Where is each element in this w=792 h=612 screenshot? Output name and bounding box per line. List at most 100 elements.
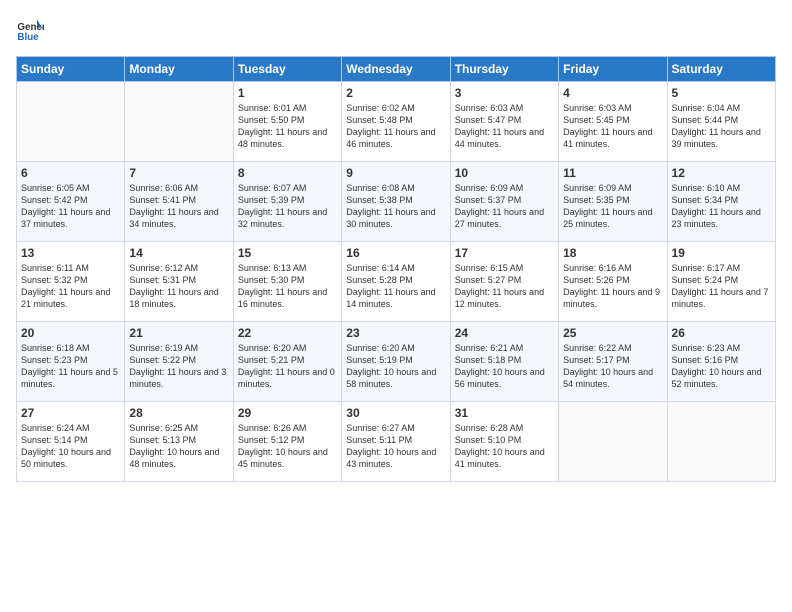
calendar-cell: 28 Sunrise: 6:25 AM Sunset: 5:13 PM Dayli… — [125, 402, 233, 482]
weekday-header: Sunday — [17, 57, 125, 82]
calendar-week-row: 27 Sunrise: 6:24 AM Sunset: 5:14 PM Dayli… — [17, 402, 776, 482]
weekday-header: Friday — [559, 57, 667, 82]
day-info: Sunrise: 6:15 AM Sunset: 5:27 PM Dayligh… — [455, 262, 554, 311]
day-number: 17 — [455, 246, 554, 260]
day-number: 25 — [563, 326, 662, 340]
day-number: 2 — [346, 86, 445, 100]
weekday-header: Tuesday — [233, 57, 341, 82]
calendar-cell — [17, 82, 125, 162]
day-number: 8 — [238, 166, 337, 180]
calendar-cell: 24 Sunrise: 6:21 AM Sunset: 5:18 PM Dayli… — [450, 322, 558, 402]
calendar-cell: 4 Sunrise: 6:03 AM Sunset: 5:45 PM Daylig… — [559, 82, 667, 162]
calendar-cell: 22 Sunrise: 6:20 AM Sunset: 5:21 PM Dayli… — [233, 322, 341, 402]
calendar-cell: 23 Sunrise: 6:20 AM Sunset: 5:19 PM Dayli… — [342, 322, 450, 402]
calendar-cell: 27 Sunrise: 6:24 AM Sunset: 5:14 PM Dayli… — [17, 402, 125, 482]
day-number: 13 — [21, 246, 120, 260]
calendar-cell: 31 Sunrise: 6:28 AM Sunset: 5:10 PM Dayli… — [450, 402, 558, 482]
day-info: Sunrise: 6:18 AM Sunset: 5:23 PM Dayligh… — [21, 342, 120, 391]
day-number: 18 — [563, 246, 662, 260]
day-info: Sunrise: 6:03 AM Sunset: 5:45 PM Dayligh… — [563, 102, 662, 151]
day-info: Sunrise: 6:20 AM Sunset: 5:21 PM Dayligh… — [238, 342, 337, 391]
day-info: Sunrise: 6:09 AM Sunset: 5:37 PM Dayligh… — [455, 182, 554, 231]
day-number: 23 — [346, 326, 445, 340]
calendar-cell: 21 Sunrise: 6:19 AM Sunset: 5:22 PM Dayli… — [125, 322, 233, 402]
day-info: Sunrise: 6:19 AM Sunset: 5:22 PM Dayligh… — [129, 342, 228, 391]
day-info: Sunrise: 6:08 AM Sunset: 5:38 PM Dayligh… — [346, 182, 445, 231]
calendar-cell: 7Sunrise: 6:06 AM Sunset: 5:41 PM Daylig… — [125, 162, 233, 242]
calendar-cell: 30Sunrise: 6:27 AM Sunset: 5:11 PM Dayli… — [342, 402, 450, 482]
day-info: Sunrise: 6:10 AM Sunset: 5:34 PM Dayligh… — [672, 182, 771, 231]
day-number: 29 — [238, 406, 337, 420]
calendar-cell: 19 Sunrise: 6:17 AM Sunset: 5:24 PM Dayli… — [667, 242, 775, 322]
weekday-header: Monday — [125, 57, 233, 82]
day-number: 12 — [672, 166, 771, 180]
calendar-cell — [559, 402, 667, 482]
day-number: 14 — [129, 246, 228, 260]
day-number: 15 — [238, 246, 337, 260]
calendar-cell: 20 Sunrise: 6:18 AM Sunset: 5:23 PM Dayli… — [17, 322, 125, 402]
calendar-cell: 3Sunrise: 6:03 AM Sunset: 5:47 PM Daylig… — [450, 82, 558, 162]
svg-text:Blue: Blue — [17, 32, 39, 43]
calendar-cell: 11Sunrise: 6:09 AM Sunset: 5:35 PM Dayli… — [559, 162, 667, 242]
day-info: Sunrise: 6:24 AM Sunset: 5:14 PM Dayligh… — [21, 422, 120, 471]
calendar-cell: 10 Sunrise: 6:09 AM Sunset: 5:37 PM Dayli… — [450, 162, 558, 242]
calendar-cell: 14 Sunrise: 6:12 AM Sunset: 5:31 PM Dayli… — [125, 242, 233, 322]
calendar-cell: 8Sunrise: 6:07 AM Sunset: 5:39 PM Daylig… — [233, 162, 341, 242]
calendar-cell: 6Sunrise: 6:05 AM Sunset: 5:42 PM Daylig… — [17, 162, 125, 242]
calendar-cell: 13 Sunrise: 6:11 AM Sunset: 5:32 PM Dayli… — [17, 242, 125, 322]
calendar-cell: 12 Sunrise: 6:10 AM Sunset: 5:34 PM Dayli… — [667, 162, 775, 242]
calendar-cell: 29 Sunrise: 6:26 AM Sunset: 5:12 PM Dayli… — [233, 402, 341, 482]
calendar-cell: 2 Sunrise: 6:02 AM Sunset: 5:48 PM Daylig… — [342, 82, 450, 162]
day-info: Sunrise: 6:11 AM Sunset: 5:32 PM Dayligh… — [21, 262, 120, 311]
calendar-week-row: 6Sunrise: 6:05 AM Sunset: 5:42 PM Daylig… — [17, 162, 776, 242]
calendar-cell — [667, 402, 775, 482]
day-number: 7 — [129, 166, 228, 180]
day-number: 27 — [21, 406, 120, 420]
calendar-table: SundayMondayTuesdayWednesdayThursdayFrid… — [16, 56, 776, 482]
day-number: 19 — [672, 246, 771, 260]
calendar-week-row: 20 Sunrise: 6:18 AM Sunset: 5:23 PM Dayli… — [17, 322, 776, 402]
day-info: Sunrise: 6:27 AM Sunset: 5:11 PM Dayligh… — [346, 422, 445, 471]
day-info: Sunrise: 6:26 AM Sunset: 5:12 PM Dayligh… — [238, 422, 337, 471]
day-info: Sunrise: 6:12 AM Sunset: 5:31 PM Dayligh… — [129, 262, 228, 311]
day-number: 9 — [346, 166, 445, 180]
weekday-header: Thursday — [450, 57, 558, 82]
day-number: 16 — [346, 246, 445, 260]
day-info: Sunrise: 6:09 AM Sunset: 5:35 PM Dayligh… — [563, 182, 662, 231]
day-info: Sunrise: 6:01 AM Sunset: 5:50 PM Dayligh… — [238, 102, 337, 151]
day-number: 22 — [238, 326, 337, 340]
day-number: 6 — [21, 166, 120, 180]
day-number: 31 — [455, 406, 554, 420]
day-info: Sunrise: 6:22 AM Sunset: 5:17 PM Dayligh… — [563, 342, 662, 391]
day-info: Sunrise: 6:04 AM Sunset: 5:44 PM Dayligh… — [672, 102, 771, 151]
day-number: 24 — [455, 326, 554, 340]
day-number: 28 — [129, 406, 228, 420]
calendar-cell: 17 Sunrise: 6:15 AM Sunset: 5:27 PM Dayli… — [450, 242, 558, 322]
day-info: Sunrise: 6:21 AM Sunset: 5:18 PM Dayligh… — [455, 342, 554, 391]
day-info: Sunrise: 6:25 AM Sunset: 5:13 PM Dayligh… — [129, 422, 228, 471]
calendar-cell: 5Sunrise: 6:04 AM Sunset: 5:44 PM Daylig… — [667, 82, 775, 162]
day-info: Sunrise: 6:13 AM Sunset: 5:30 PM Dayligh… — [238, 262, 337, 311]
logo: General Blue — [16, 16, 48, 44]
day-number: 21 — [129, 326, 228, 340]
day-info: Sunrise: 6:17 AM Sunset: 5:24 PM Dayligh… — [672, 262, 771, 311]
weekday-header: Saturday — [667, 57, 775, 82]
day-number: 4 — [563, 86, 662, 100]
calendar-cell — [125, 82, 233, 162]
calendar-cell: 18Sunrise: 6:16 AM Sunset: 5:26 PM Dayli… — [559, 242, 667, 322]
day-info: Sunrise: 6:14 AM Sunset: 5:28 PM Dayligh… — [346, 262, 445, 311]
calendar-week-row: 13 Sunrise: 6:11 AM Sunset: 5:32 PM Dayli… — [17, 242, 776, 322]
day-number: 10 — [455, 166, 554, 180]
weekday-header: Wednesday — [342, 57, 450, 82]
day-info: Sunrise: 6:20 AM Sunset: 5:19 PM Dayligh… — [346, 342, 445, 391]
day-info: Sunrise: 6:28 AM Sunset: 5:10 PM Dayligh… — [455, 422, 554, 471]
weekday-header-row: SundayMondayTuesdayWednesdayThursdayFrid… — [17, 57, 776, 82]
logo-icon: General Blue — [16, 16, 44, 44]
day-info: Sunrise: 6:02 AM Sunset: 5:48 PM Dayligh… — [346, 102, 445, 151]
calendar-cell: 1 Sunrise: 6:01 AM Sunset: 5:50 PM Daylig… — [233, 82, 341, 162]
day-number: 3 — [455, 86, 554, 100]
calendar-cell: 15 Sunrise: 6:13 AM Sunset: 5:30 PM Dayli… — [233, 242, 341, 322]
day-number: 20 — [21, 326, 120, 340]
day-number: 1 — [238, 86, 337, 100]
day-info: Sunrise: 6:23 AM Sunset: 5:16 PM Dayligh… — [672, 342, 771, 391]
